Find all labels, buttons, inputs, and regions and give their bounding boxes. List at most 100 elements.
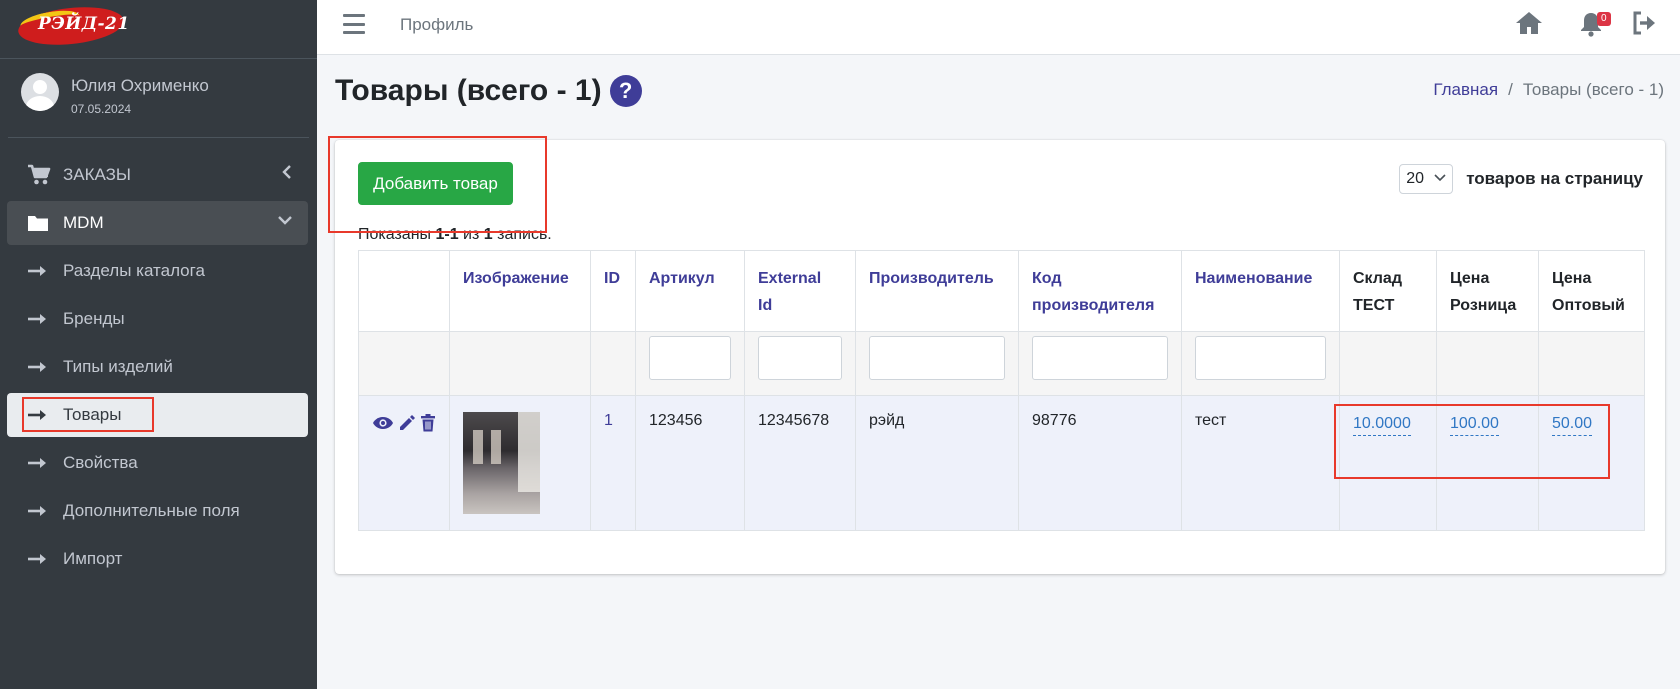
sidebar-item-orders[interactable]: ЗАКАЗЫ: [7, 153, 308, 197]
breadcrumb-current: Товары (всего - 1): [1522, 80, 1664, 99]
filter-manufacturer-input[interactable]: [869, 336, 1005, 380]
pencil-icon[interactable]: [398, 414, 416, 437]
column-header-manufacturer-code[interactable]: Код производителя: [1018, 250, 1182, 332]
column-header-article[interactable]: Артикул: [635, 250, 745, 332]
filter-cell-actions: [358, 331, 450, 396]
column-header-external-id[interactable]: External Id: [744, 250, 856, 332]
sidebar-item-label: MDM: [63, 213, 104, 232]
column-header-label-2: ТЕСТ: [1353, 297, 1395, 314]
row-image-cell: [449, 395, 591, 531]
sidebar-item-label: Бренды: [63, 309, 125, 328]
avatar-head: [33, 80, 47, 94]
column-header-label: Склад: [1353, 270, 1402, 287]
sidebar-item-label: Импорт: [63, 549, 123, 568]
sidebar-item-catalog-sections[interactable]: Разделы каталога: [7, 249, 308, 293]
brand-logo[interactable]: РЭЙД-21: [16, 2, 129, 50]
row-id[interactable]: 1: [590, 395, 636, 531]
brand: РЭЙД-21: [0, 0, 317, 59]
filter-cell-price-retail: [1436, 331, 1539, 396]
column-header-label: Цена: [1552, 270, 1592, 287]
user-panel: Юлия Охрименко 07.05.2024: [8, 59, 309, 138]
table-filter-row: [358, 331, 1645, 396]
column-header-label: Изображение: [463, 270, 569, 287]
sidebar: РЭЙД-21 Юлия Охрименко 07.05.2024 ЗАКАЗЫ…: [0, 0, 317, 689]
column-header-label: ID: [604, 270, 620, 287]
avatar-shoulders: [26, 96, 54, 111]
row-article: 123456: [635, 395, 745, 531]
sidebar-item-brands[interactable]: Бренды: [7, 297, 308, 341]
column-header-label: Производитель: [869, 270, 994, 287]
sidebar-item-properties[interactable]: Свойства: [7, 441, 308, 485]
arrow-right-icon: [27, 260, 53, 282]
per-page-select[interactable]: 20: [1399, 164, 1454, 194]
filter-cell-article: [635, 331, 745, 396]
eye-icon[interactable]: [372, 415, 394, 436]
filter-cell-stock-test: [1339, 331, 1437, 396]
cart-icon: [27, 164, 53, 186]
trash-icon[interactable]: [420, 414, 436, 437]
column-header-image[interactable]: Изображение: [449, 250, 591, 332]
column-header-name[interactable]: Наименование: [1181, 250, 1340, 332]
notification-badge: 0: [1597, 12, 1611, 26]
help-icon[interactable]: ?: [609, 75, 642, 107]
filter-cell-manufacturer: [855, 331, 1019, 396]
filter-external-id-input[interactable]: [758, 336, 842, 380]
column-header-label-2: Оптовый: [1552, 297, 1625, 314]
row-external-id: 12345678: [744, 395, 856, 531]
row-manufacturer-code: 98776: [1018, 395, 1182, 531]
profile-link[interactable]: Профиль: [400, 15, 473, 35]
filter-cell-price-wholesale: [1538, 331, 1645, 396]
column-header-label: Код: [1032, 270, 1062, 287]
filter-cell-id: [590, 331, 636, 396]
filter-article-input[interactable]: [649, 336, 731, 380]
notifications-button[interactable]: 0: [1579, 11, 1613, 39]
column-header-price-wholesale: Цена Оптовый: [1538, 250, 1645, 332]
thumbnail-detail: [473, 430, 483, 464]
filter-manufacturer-code-input[interactable]: [1032, 336, 1168, 380]
user-date: 07.05.2024: [71, 102, 132, 116]
breadcrumb: Главная / Товары (всего - 1): [1433, 80, 1664, 100]
home-icon[interactable]: [1514, 10, 1544, 41]
topbar: Профиль 0: [317, 0, 1680, 55]
row-actions: [358, 395, 450, 531]
sidebar-item-import[interactable]: Импорт: [7, 537, 308, 581]
sidebar-item-product-types[interactable]: Типы изделий: [7, 345, 308, 389]
logout-icon[interactable]: [1632, 11, 1658, 40]
arrow-right-icon: [27, 308, 53, 330]
arrow-right-icon: [27, 452, 53, 474]
products-table: Изображение ID Артикул External Id Произв…: [358, 250, 1645, 531]
column-header-label-2: Розница: [1450, 297, 1517, 314]
filter-name-input[interactable]: [1195, 336, 1326, 380]
avatar[interactable]: [21, 73, 59, 111]
thumbnail-detail: [518, 412, 540, 492]
filter-cell-manufacturer-code: [1018, 331, 1182, 396]
user-name[interactable]: Юлия Охрименко: [71, 76, 209, 96]
column-header-label: Наименование: [1195, 270, 1313, 287]
table-header-row: Изображение ID Артикул External Id Произв…: [358, 250, 1645, 332]
hamburger-menu-icon[interactable]: [343, 14, 365, 34]
per-page-control: 20 товаров на страницу: [1399, 164, 1643, 194]
column-header-manufacturer[interactable]: Производитель: [855, 250, 1019, 332]
product-thumbnail[interactable]: [463, 412, 540, 514]
sidebar-item-label: Дополнительные поля: [63, 501, 240, 520]
sidebar-item-label: Свойства: [63, 453, 138, 472]
filter-cell-external-id: [744, 331, 856, 396]
chevron-down-icon: [1434, 173, 1446, 185]
arrow-right-icon: [27, 356, 53, 378]
annotation-box-add-button: [328, 136, 547, 233]
column-header-id[interactable]: ID: [590, 250, 636, 332]
row-name: тест: [1181, 395, 1340, 531]
column-header-label-2: Id: [758, 297, 773, 314]
breadcrumb-separator: /: [1508, 80, 1513, 99]
thumbnail-detail: [491, 430, 501, 464]
chevron-left-icon: [282, 165, 292, 182]
row-id-link[interactable]: 1: [604, 412, 613, 429]
sidebar-item-extra-fields[interactable]: Дополнительные поля: [7, 489, 308, 533]
sidebar-item-mdm[interactable]: MDM: [7, 201, 308, 245]
breadcrumb-home[interactable]: Главная: [1433, 80, 1498, 99]
row-manufacturer: рэйд: [855, 395, 1019, 531]
page-title-text: Товары (всего - 1): [335, 74, 602, 107]
column-header-price-retail: Цена Розница: [1436, 250, 1539, 332]
column-header-stock-test: Склад ТЕСТ: [1339, 250, 1437, 332]
column-header-actions: [358, 250, 450, 332]
